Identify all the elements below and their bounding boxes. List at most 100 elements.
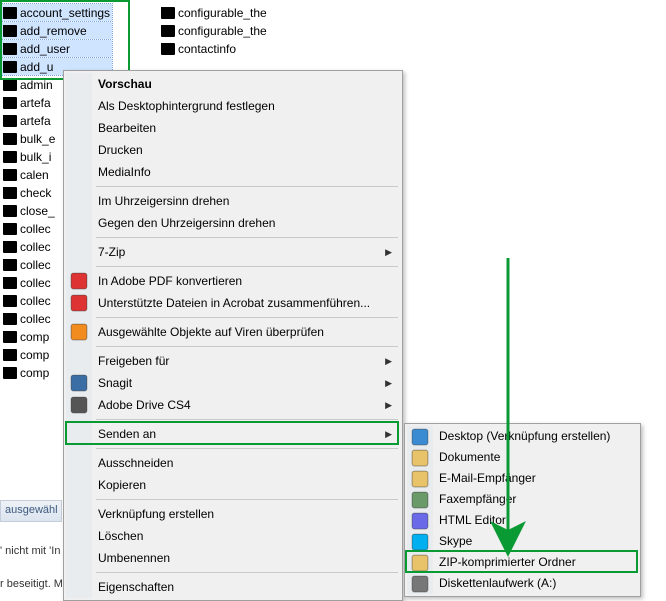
file-label: collec — [20, 294, 51, 308]
menu-separator — [96, 572, 398, 573]
menu-item[interactable]: Drucken — [66, 139, 400, 161]
file-icon — [2, 185, 18, 201]
file-item[interactable]: contactinfo — [158, 40, 269, 57]
mail-icon — [411, 470, 429, 488]
submenu-item[interactable]: ZIP-komprimierter Ordner — [407, 552, 638, 573]
menu-item-label: In Adobe PDF konvertieren — [98, 274, 242, 288]
file-label: admin — [20, 78, 53, 92]
menu-item-label: Im Uhrzeigersinn drehen — [98, 194, 229, 208]
status-line-2: ' nicht mit 'In — [0, 545, 60, 557]
menu-item[interactable]: Eigenschaften — [66, 576, 400, 598]
submenu-item[interactable]: HTML Editor — [407, 510, 638, 531]
floppy-icon — [411, 575, 429, 593]
file-item[interactable]: add_remove — [0, 22, 112, 39]
html-icon — [411, 512, 429, 530]
file-label: bulk_e — [20, 132, 55, 146]
submenu-item[interactable]: Desktop (Verknüpfung erstellen) — [407, 426, 638, 447]
menu-item[interactable]: Als Desktophintergrund festlegen — [66, 95, 400, 117]
menu-item[interactable]: Umbenennen — [66, 547, 400, 569]
menu-item-label: Bearbeiten — [98, 121, 156, 135]
menu-item[interactable]: Unterstützte Dateien in Acrobat zusammen… — [66, 292, 400, 314]
menu-separator — [96, 419, 398, 420]
menu-item-label: Freigeben für — [98, 354, 169, 368]
send-to-submenu: Desktop (Verknüpfung erstellen) Dokumente… — [404, 423, 641, 597]
file-item[interactable]: account_settings — [0, 4, 112, 21]
menu-separator — [96, 317, 398, 318]
zip-icon — [411, 554, 429, 572]
file-label: close_ — [20, 204, 55, 218]
file-icon — [2, 275, 18, 291]
menu-item[interactable]: 7-Zip — [66, 241, 400, 263]
menu-item-label: Ausschneiden — [98, 456, 173, 470]
file-icon — [2, 149, 18, 165]
selection-status: ausgewähl — [0, 500, 62, 522]
file-icon — [2, 203, 18, 219]
context-menu: Vorschau Als Desktophintergrund festlegen… — [63, 70, 403, 601]
submenu-item-label: Dokumente — [439, 450, 500, 464]
menu-item-label: Vorschau — [98, 77, 152, 91]
menu-item[interactable]: MediaInfo — [66, 161, 400, 183]
menu-item[interactable]: Bearbeiten — [66, 117, 400, 139]
file-list-column-2: configurable_the configurable_the contacti… — [158, 4, 269, 57]
file-icon — [2, 347, 18, 363]
file-icon — [2, 41, 18, 57]
snagit-icon — [70, 374, 88, 392]
file-label: contactinfo — [178, 42, 236, 56]
menu-item-label: 7-Zip — [98, 245, 125, 259]
submenu-item-label: ZIP-komprimierter Ordner — [439, 555, 576, 569]
file-label: comp — [20, 330, 49, 344]
file-label: collec — [20, 222, 51, 236]
file-label: configurable_the — [178, 6, 267, 20]
file-icon — [2, 95, 18, 111]
file-icon — [2, 365, 18, 381]
file-label: add_remove — [20, 24, 87, 38]
menu-separator — [96, 346, 398, 347]
menu-item[interactable]: Senden an — [66, 423, 400, 445]
file-label: bulk_i — [20, 150, 51, 164]
menu-separator — [96, 237, 398, 238]
file-label: configurable_the — [178, 24, 267, 38]
file-label: artefa — [20, 114, 51, 128]
menu-item-label: Drucken — [98, 143, 143, 157]
menu-item-label: Unterstützte Dateien in Acrobat zusammen… — [98, 296, 370, 310]
menu-item-label: Als Desktophintergrund festlegen — [98, 99, 275, 113]
menu-item[interactable]: Kopieren — [66, 474, 400, 496]
file-icon — [2, 59, 18, 75]
submenu-item[interactable]: Skype — [407, 531, 638, 552]
menu-item-label: Löschen — [98, 529, 143, 543]
submenu-item[interactable]: Faxempfänger — [407, 489, 638, 510]
submenu-item[interactable]: Diskettenlaufwerk (A:) — [407, 573, 638, 594]
file-icon — [2, 167, 18, 183]
file-icon — [2, 113, 18, 129]
menu-item[interactable]: In Adobe PDF konvertieren — [66, 270, 400, 292]
menu-separator — [96, 266, 398, 267]
menu-item[interactable]: Adobe Drive CS4 — [66, 394, 400, 416]
file-icon — [2, 257, 18, 273]
menu-item[interactable]: Vorschau — [66, 73, 400, 95]
menu-item[interactable]: Freigeben für — [66, 350, 400, 372]
menu-item[interactable]: Verknüpfung erstellen — [66, 503, 400, 525]
file-item[interactable]: configurable_the — [158, 4, 269, 21]
menu-separator — [96, 186, 398, 187]
file-icon — [2, 221, 18, 237]
submenu-item[interactable]: E-Mail-Empfänger — [407, 468, 638, 489]
file-icon — [2, 311, 18, 327]
file-label: calen — [20, 168, 49, 182]
menu-item[interactable]: Löschen — [66, 525, 400, 547]
skype-icon — [411, 533, 429, 551]
submenu-item-label: HTML Editor — [439, 513, 506, 527]
file-label: add_u — [20, 60, 53, 74]
submenu-item[interactable]: Dokumente — [407, 447, 638, 468]
file-icon — [2, 77, 18, 93]
menu-item[interactable]: Im Uhrzeigersinn drehen — [66, 190, 400, 212]
menu-item[interactable]: Gegen den Uhrzeigersinn drehen — [66, 212, 400, 234]
menu-item[interactable]: Ausschneiden — [66, 452, 400, 474]
menu-item-label: Ausgewählte Objekte auf Viren überprüfen — [98, 325, 324, 339]
file-icon — [2, 239, 18, 255]
menu-item[interactable]: Snagit — [66, 372, 400, 394]
menu-item-label: Umbenennen — [98, 551, 170, 565]
file-label: artefa — [20, 96, 51, 110]
menu-item[interactable]: Ausgewählte Objekte auf Viren überprüfen — [66, 321, 400, 343]
file-item[interactable]: configurable_the — [158, 22, 269, 39]
file-item[interactable]: add_user — [0, 40, 112, 57]
